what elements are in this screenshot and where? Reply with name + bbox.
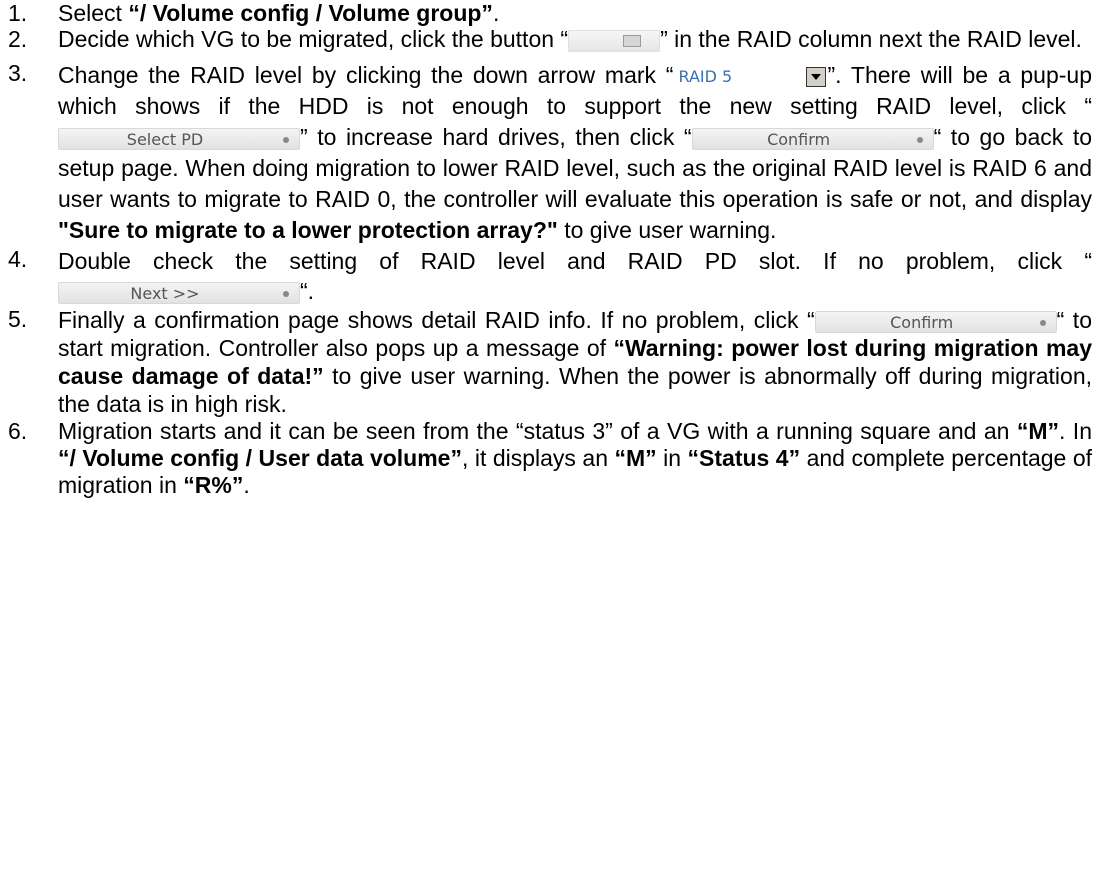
text-run: , it displays an — [461, 445, 615, 471]
step-number: 4. — [8, 246, 28, 272]
text-run: “. — [300, 278, 315, 304]
text-run: . — [243, 472, 250, 498]
migrate-icon — [623, 34, 642, 47]
status-flag: “M” — [614, 445, 657, 471]
text-run: Change the RAID level by clicking the do… — [58, 62, 674, 88]
text-run: ” to increase hard drives, then click “ — [300, 124, 692, 150]
dot-icon — [283, 290, 289, 297]
step-text: Migration starts and it can be seen from… — [58, 418, 1092, 499]
step-text: Finally a confirmation page shows detail… — [58, 306, 1092, 418]
text-run: Double check the setting of RAID level a… — [58, 248, 1092, 274]
step-5: 5. Finally a confirmation page shows det… — [8, 306, 1092, 418]
step-1: 1. Select “/ Volume config / Volume grou… — [8, 0, 1092, 26]
dot-icon — [916, 136, 923, 143]
step-4: 4. Double check the setting of RAID leve… — [8, 246, 1092, 306]
text-run: . — [492, 0, 500, 26]
menu-path: “/ Volume config / Volume group” — [128, 0, 493, 26]
text-run: to give user warning. — [557, 217, 777, 243]
raid-level-select[interactable]: RAID 5 — [673, 64, 828, 89]
warning-message: "Sure to migrate to a lower protection a… — [58, 217, 558, 243]
step-number: 1. — [8, 0, 28, 26]
step-number: 2. — [8, 26, 28, 52]
step-number: 3. — [8, 60, 28, 86]
step-text: Double check the setting of RAID level a… — [58, 246, 1092, 306]
select-pd-button[interactable]: Select PD — [58, 127, 300, 150]
migrate-button[interactable] — [568, 29, 661, 52]
select-value: RAID 5 — [678, 67, 733, 87]
step-text: Change the RAID level by clicking the do… — [58, 60, 1092, 246]
menu-path: “/ Volume config / User data volume” — [58, 445, 462, 471]
confirm-button[interactable]: Confirm — [691, 127, 934, 150]
migration-steps: 1. Select “/ Volume config / Volume grou… — [8, 0, 1092, 499]
text-run: Migration starts and it can be seen from… — [58, 418, 1017, 444]
text-run: Select — [58, 0, 129, 26]
step-text: Decide which VG to be migrated, click th… — [58, 26, 1092, 52]
button-label: Next >> — [130, 283, 200, 303]
instruction-page: 1. Select “/ Volume config / Volume grou… — [0, 0, 1102, 499]
button-label: Confirm — [890, 312, 954, 332]
text-run: . In — [1059, 418, 1092, 444]
step-text: Select “/ Volume config / Volume group”. — [58, 0, 1092, 26]
step-2: 2. Decide which VG to be migrated, click… — [8, 26, 1092, 52]
percent-column: “R%” — [183, 472, 244, 498]
text-run: Decide which VG to be migrated, click th… — [58, 26, 569, 52]
button-label: Confirm — [767, 129, 831, 149]
chevron-down-icon[interactable] — [806, 66, 827, 87]
status-flag: “M” — [1016, 418, 1059, 444]
dot-icon — [1039, 319, 1046, 326]
step-number: 6. — [8, 418, 28, 444]
dot-icon — [283, 136, 289, 143]
text-run: in — [656, 445, 688, 471]
step-3: 3. Change the RAID level by clicking the… — [8, 60, 1092, 246]
step-6: 6. Migration starts and it can be seen f… — [8, 418, 1092, 499]
text-run: Finally a confirmation page shows detail… — [58, 307, 815, 333]
text-run: ” in the RAID column next the RAID level… — [660, 26, 1082, 52]
confirm-button[interactable]: Confirm — [814, 310, 1057, 333]
button-label: Select PD — [126, 129, 204, 149]
status-column: “Status 4” — [687, 445, 801, 471]
step-number: 5. — [8, 306, 28, 332]
next-button[interactable]: Next >> — [58, 281, 300, 304]
